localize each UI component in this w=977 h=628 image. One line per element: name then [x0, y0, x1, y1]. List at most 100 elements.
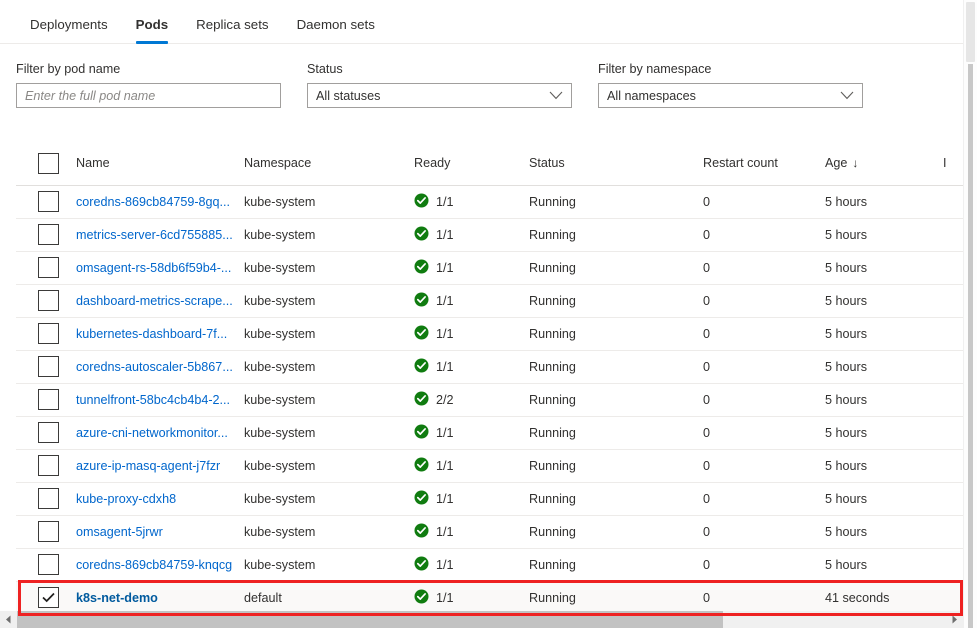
- table-header-row: Name Namespace Ready Status Restart coun…: [16, 142, 963, 186]
- row-checkbox[interactable]: [38, 257, 59, 278]
- truncated-cell: [943, 185, 963, 219]
- horizontal-scrollbar[interactable]: [0, 611, 963, 628]
- search-input[interactable]: [16, 83, 281, 108]
- pod-name-link[interactable]: kubernetes-dashboard-7f...: [76, 327, 236, 341]
- tab-pods[interactable]: Pods: [122, 17, 183, 44]
- column-label: Restart count: [703, 156, 778, 171]
- status-cell: Running: [529, 416, 703, 450]
- success-check-icon: [414, 226, 429, 244]
- table-row[interactable]: coredns-869cb84759-knqcg kube-system 1/1 Ru…: [16, 548, 963, 582]
- pod-name-link[interactable]: coredns-869cb84759-8gq...: [76, 195, 236, 209]
- age-cell: 5 hours: [825, 185, 943, 219]
- table-row[interactable]: metrics-server-6cd755885... kube-system 1/…: [16, 218, 963, 252]
- success-check-icon: [414, 523, 429, 541]
- row-select-cell: [16, 482, 76, 516]
- horizontal-scroll-track[interactable]: [17, 611, 946, 628]
- tab-daemon-sets[interactable]: Daemon sets: [283, 17, 389, 44]
- table-row[interactable]: azure-ip-masq-agent-j7fzr kube-system 1/1 R…: [16, 449, 963, 483]
- row-checkbox[interactable]: [38, 356, 59, 377]
- status-dropdown[interactable]: All statuses: [307, 83, 572, 108]
- table-row[interactable]: omsagent-5jrwr kube-system 1/1 Running 0 5 ho…: [16, 515, 963, 549]
- row-select-cell: [16, 449, 76, 483]
- row-checkbox[interactable]: [38, 323, 59, 344]
- table-row[interactable]: dashboard-metrics-scrape... kube-system 1/…: [16, 284, 963, 318]
- namespace-cell: kube-system: [244, 251, 414, 285]
- ready-cell: 1/1: [414, 284, 529, 318]
- namespace-cell: kube-system: [244, 284, 414, 318]
- table-row[interactable]: k8s-net-demo default 1/1 Running 0 41 seconds: [16, 581, 963, 612]
- namespace-cell: kube-system: [244, 350, 414, 384]
- table-row[interactable]: tunnelfront-58bc4cb4b4-2... kube-system 2/…: [16, 383, 963, 417]
- table-row[interactable]: omsagent-rs-58db6f59b4-... kube-system 1/1…: [16, 251, 963, 285]
- tab-label: Daemon sets: [296, 17, 375, 32]
- pod-name-link[interactable]: dashboard-metrics-scrape...: [76, 294, 236, 308]
- pod-name-cell: kubernetes-dashboard-7f...: [76, 317, 244, 351]
- pod-name-link[interactable]: omsagent-5jrwr: [76, 525, 236, 539]
- row-checkbox[interactable]: [38, 488, 59, 509]
- status-cell: Running: [529, 383, 703, 417]
- filter-bar: Filter by pod name Status All statuses F…: [0, 44, 977, 108]
- pod-name-link[interactable]: kube-proxy-cdxh8: [76, 492, 236, 506]
- column-header-status[interactable]: Status: [529, 142, 703, 186]
- restart-count-cell: 0: [703, 581, 825, 612]
- row-checkbox[interactable]: [38, 290, 59, 311]
- column-header-ready[interactable]: Ready: [414, 142, 529, 186]
- row-checkbox[interactable]: [38, 521, 59, 542]
- status-cell: Running: [529, 218, 703, 252]
- table-row[interactable]: coredns-869cb84759-8gq... kube-system 1/1 R…: [16, 185, 963, 219]
- truncated-cell: [943, 251, 963, 285]
- row-checkbox[interactable]: [38, 554, 59, 575]
- truncated-cell: [943, 449, 963, 483]
- pod-name-link[interactable]: omsagent-rs-58db6f59b4-...: [76, 261, 236, 275]
- vertical-scrollbar[interactable]: [963, 0, 977, 628]
- truncated-cell: [943, 548, 963, 582]
- table-row[interactable]: azure-cni-networkmonitor... kube-system 1/…: [16, 416, 963, 450]
- ready-count: 1/1: [436, 326, 454, 341]
- row-select-cell: [16, 218, 76, 252]
- horizontal-scroll-thumb[interactable]: [17, 611, 724, 628]
- namespace-cell: kube-system: [244, 515, 414, 549]
- select-all-checkbox[interactable]: [38, 152, 59, 174]
- pod-name-link[interactable]: k8s-net-demo: [76, 591, 236, 605]
- column-header-truncated[interactable]: I: [943, 142, 963, 186]
- chevron-down-icon: [549, 89, 563, 103]
- row-checkbox[interactable]: [38, 389, 59, 410]
- vertical-scroll-thumb[interactable]: [966, 2, 975, 62]
- namespace-dropdown[interactable]: All namespaces: [598, 83, 863, 108]
- vertical-scroll-track: [968, 64, 973, 628]
- tab-replica-sets[interactable]: Replica sets: [182, 17, 282, 44]
- ready-count: 1/1: [436, 293, 454, 308]
- table-row[interactable]: kube-proxy-cdxh8 kube-system 1/1 Running 0 5 …: [16, 482, 963, 516]
- table-row[interactable]: coredns-autoscaler-5b867... kube-system 1/…: [16, 350, 963, 384]
- row-checkbox[interactable]: [38, 587, 59, 608]
- row-select-cell: [16, 581, 76, 612]
- restart-count-cell: 0: [703, 482, 825, 516]
- tab-deployments[interactable]: Deployments: [16, 17, 122, 44]
- row-checkbox[interactable]: [38, 422, 59, 443]
- namespace-cell: default: [244, 581, 414, 612]
- age-cell: 5 hours: [825, 350, 943, 384]
- ready-count: 1/1: [436, 524, 454, 539]
- row-checkbox[interactable]: [38, 224, 59, 245]
- success-check-icon: [414, 325, 429, 343]
- pod-name-link[interactable]: metrics-server-6cd755885...: [76, 228, 236, 242]
- status-dropdown-value: All statuses: [316, 88, 381, 103]
- pod-name-link[interactable]: tunnelfront-58bc4cb4b4-2...: [76, 393, 236, 407]
- table-row[interactable]: kubernetes-dashboard-7f... kube-system 1/1…: [16, 317, 963, 351]
- column-header-age[interactable]: Age ↓: [825, 142, 943, 186]
- column-label: Name: [76, 156, 110, 171]
- pod-name-link[interactable]: coredns-autoscaler-5b867...: [76, 360, 236, 374]
- row-checkbox[interactable]: [38, 455, 59, 476]
- column-header-name[interactable]: Name: [76, 142, 244, 186]
- pod-name-link[interactable]: azure-cni-networkmonitor...: [76, 426, 236, 440]
- row-select-cell: [16, 251, 76, 285]
- ready-cell: 1/1: [414, 482, 529, 516]
- column-header-namespace[interactable]: Namespace: [244, 142, 414, 186]
- row-checkbox[interactable]: [38, 191, 59, 212]
- column-header-restart-count[interactable]: Restart count: [703, 142, 825, 186]
- pod-name-link[interactable]: coredns-869cb84759-knqcg: [76, 558, 236, 572]
- scroll-left-arrow-icon[interactable]: [0, 611, 17, 628]
- scroll-right-arrow-icon[interactable]: [946, 611, 963, 628]
- column-label: Namespace: [244, 156, 312, 171]
- pod-name-link[interactable]: azure-ip-masq-agent-j7fzr: [76, 459, 236, 473]
